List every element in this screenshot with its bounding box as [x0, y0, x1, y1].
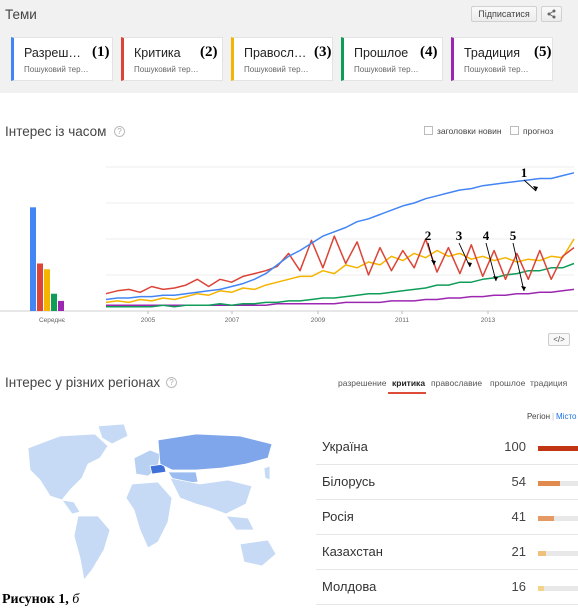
- topic-number: (3): [314, 44, 332, 60]
- country-row[interactable]: Росія 41: [316, 501, 578, 535]
- world-map[interactable]: [0, 418, 300, 593]
- share-button[interactable]: [541, 6, 562, 22]
- topic-card[interactable]: Критика (2) Пошуковий тер…: [121, 37, 223, 81]
- country-bar-track: [538, 551, 578, 556]
- embed-code-button[interactable]: </>: [548, 333, 570, 346]
- country-row[interactable]: Україна 100: [316, 431, 578, 465]
- help-icon[interactable]: ?: [114, 126, 125, 137]
- annotation-label: 3: [456, 228, 463, 243]
- country-bar-track: [538, 446, 578, 451]
- forecast-label: прогноз: [523, 126, 554, 136]
- regions-help-icon[interactable]: ?: [166, 377, 177, 388]
- average-bar: [58, 300, 64, 311]
- topic-subtitle: Пошуковий тер…: [354, 65, 419, 74]
- x-tick-label: 2007: [225, 317, 240, 324]
- region-tab[interactable]: критика: [392, 378, 425, 388]
- country-bar-fill: [538, 516, 555, 521]
- share-icon: [547, 9, 556, 19]
- topic-number: (5): [534, 44, 552, 60]
- country-value: 100: [504, 439, 526, 454]
- country-name: Білорусь: [322, 474, 376, 489]
- average-bar: [51, 293, 57, 311]
- average-bar: [44, 269, 50, 311]
- country-row[interactable]: Молдова 16: [316, 571, 578, 605]
- country-name: Україна: [322, 439, 368, 454]
- topic-number: (1): [92, 44, 110, 60]
- map-japan: [263, 465, 271, 481]
- interest-time-title: Інтерес із часом: [5, 124, 107, 139]
- forecast-checkbox[interactable]: [510, 126, 519, 135]
- topic-subtitle: Пошуковий тер…: [24, 65, 89, 74]
- topic-label: Разреш…: [24, 46, 81, 60]
- series-line: [105, 235, 575, 295]
- topic-label: Правосл…: [244, 46, 307, 60]
- figure-caption: Рисунок 1, б: [2, 592, 80, 607]
- topic-card[interactable]: Традиция (5) Пошуковий тер…: [451, 37, 553, 81]
- average-bar: [30, 207, 36, 311]
- country-bar-track: [538, 516, 578, 521]
- country-bar-track: [538, 481, 578, 486]
- country-name: Молдова: [322, 579, 377, 594]
- news-headlines-checkbox[interactable]: [424, 126, 433, 135]
- country-row[interactable]: Білорусь 54: [316, 466, 578, 500]
- country-value: 41: [511, 509, 526, 524]
- country-bar-track: [538, 586, 578, 591]
- region-tab[interactable]: традиция: [530, 378, 567, 388]
- average-label: Середнє: [39, 317, 66, 324]
- topic-number: (4): [420, 44, 438, 60]
- country-bar-fill: [538, 446, 578, 451]
- country-bar-fill: [538, 551, 547, 556]
- x-tick-label: 2013: [481, 317, 496, 324]
- topic-card[interactable]: Правосл… (3) Пошуковий тер…: [231, 37, 333, 81]
- country-bar-fill: [538, 481, 560, 486]
- interest-time-chart: Середнє 2005 2007 2009 2011 2013 1 2 3 4 5: [0, 165, 578, 324]
- topic-number: (2): [200, 44, 218, 60]
- x-tick-label: 2009: [311, 317, 326, 324]
- country-name: Казахстан: [322, 544, 383, 559]
- annotation-label: 4: [483, 228, 490, 243]
- x-tick-label: 2005: [141, 317, 156, 324]
- country-value: 21: [511, 544, 526, 559]
- topic-label: Критика: [134, 46, 181, 60]
- region-tab[interactable]: православие: [431, 378, 482, 388]
- news-headlines-label: заголовки новин: [437, 126, 502, 136]
- topic-card[interactable]: Прошлое (4) Пошуковий тер…: [341, 37, 443, 81]
- x-tick-label: 2011: [395, 317, 409, 324]
- country-name: Росія: [322, 509, 354, 524]
- annotation-label: 2: [425, 228, 432, 243]
- series-line: [105, 172, 575, 301]
- country-value: 16: [511, 579, 526, 594]
- active-tab-indicator: [388, 392, 426, 394]
- regions-title: Інтерес у різних регіонах: [5, 375, 161, 390]
- topic-subtitle: Пошуковий тер…: [244, 65, 309, 74]
- topic-subtitle: Пошуковий тер…: [464, 65, 529, 74]
- country-bar-fill: [538, 586, 545, 591]
- annotation-arrow: [523, 179, 537, 192]
- topic-subtitle: Пошуковий тер…: [134, 65, 199, 74]
- topic-label: Прошлое: [354, 46, 409, 60]
- region-tab[interactable]: прошлое: [490, 378, 525, 388]
- city-toggle[interactable]: Місто: [556, 412, 576, 421]
- average-bar: [37, 263, 43, 311]
- region-toggle[interactable]: Регіон: [527, 412, 550, 421]
- region-tab[interactable]: разрешение: [338, 378, 386, 388]
- annotation-label: 1: [521, 165, 528, 180]
- country-value: 54: [511, 474, 526, 489]
- annotation-label: 5: [510, 228, 517, 243]
- topic-card[interactable]: Разреш… (1) Пошуковий тер…: [11, 37, 113, 81]
- topics-title: Теми: [5, 7, 37, 22]
- country-row[interactable]: Казахстан 21: [316, 536, 578, 570]
- subscribe-button[interactable]: Підписатися: [471, 6, 537, 22]
- topic-label: Традиция: [464, 46, 521, 60]
